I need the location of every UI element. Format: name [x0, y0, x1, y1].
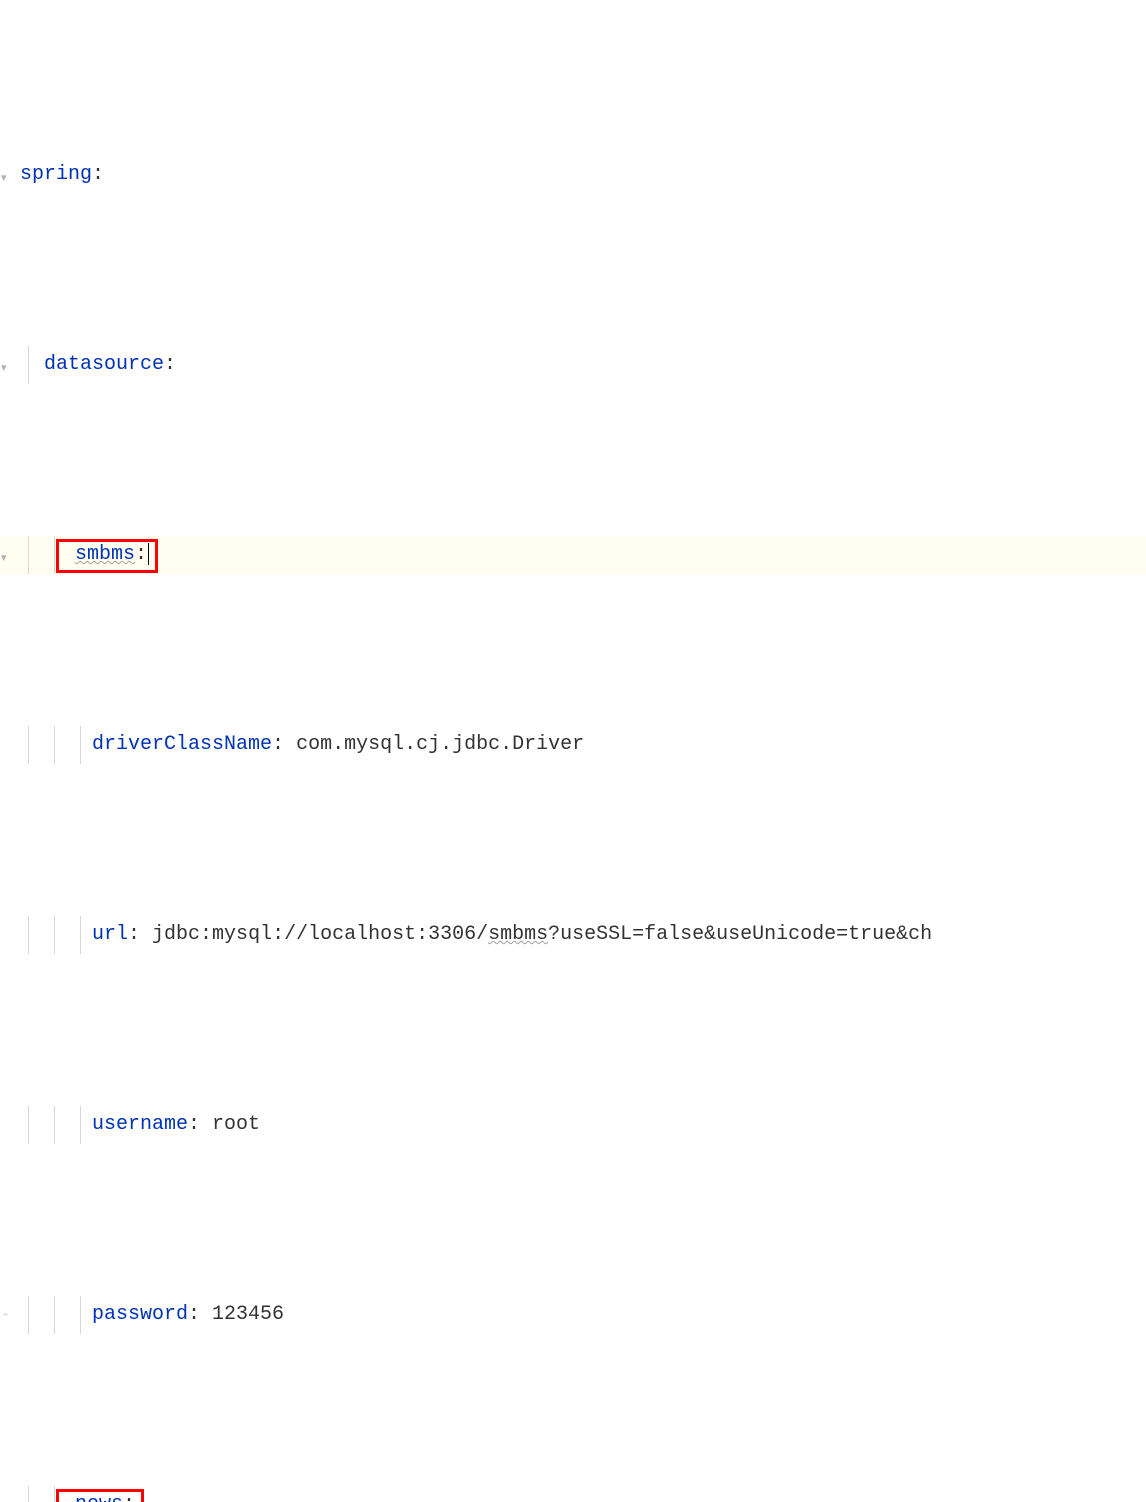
- highlight-box: smbms:: [56, 539, 158, 573]
- fold-icon[interactable]: ▾: [1, 169, 13, 181]
- yaml-key: driverClassName: [92, 733, 272, 756]
- yaml-editor[interactable]: ▾ spring: ▾ datasource: ▾ smbms: driverC…: [0, 4, 1146, 1502]
- fold-icon[interactable]: ▾: [1, 359, 13, 371]
- yaml-value: com.mysql.cj.jdbc.Driver: [296, 733, 584, 756]
- yaml-key: url: [92, 923, 128, 946]
- yaml-key: spring: [20, 163, 92, 186]
- fold-icon[interactable]: ▾: [1, 1499, 13, 1502]
- fold-icon[interactable]: ▾: [1, 549, 13, 561]
- yaml-key: datasource: [44, 353, 164, 376]
- yaml-key: news: [75, 1493, 123, 1502]
- highlight-box: news:: [56, 1489, 144, 1502]
- yaml-value: root: [212, 1113, 260, 1136]
- code-line-current[interactable]: ▾ smbms:: [0, 536, 1146, 574]
- cursor: [148, 543, 149, 565]
- code-line[interactable]: ▾ spring:: [0, 156, 1146, 194]
- code-line[interactable]: ⌃ password: 123456: [0, 1296, 1146, 1334]
- yaml-value: jdbc:mysql://localhost:3306/smbms?useSSL…: [152, 923, 932, 946]
- yaml-value: 123456: [212, 1303, 284, 1326]
- yaml-key: password: [92, 1303, 188, 1326]
- code-line[interactable]: ▾ datasource:: [0, 346, 1146, 384]
- code-line[interactable]: ▾ news:: [0, 1486, 1146, 1502]
- fold-icon[interactable]: ⌃: [1, 1309, 13, 1321]
- code-line[interactable]: url: jdbc:mysql://localhost:3306/smbms?u…: [0, 916, 1146, 954]
- code-line[interactable]: driverClassName: com.mysql.cj.jdbc.Drive…: [0, 726, 1146, 764]
- yaml-key: username: [92, 1113, 188, 1136]
- code-line[interactable]: username: root: [0, 1106, 1146, 1144]
- yaml-key: smbms: [75, 543, 135, 566]
